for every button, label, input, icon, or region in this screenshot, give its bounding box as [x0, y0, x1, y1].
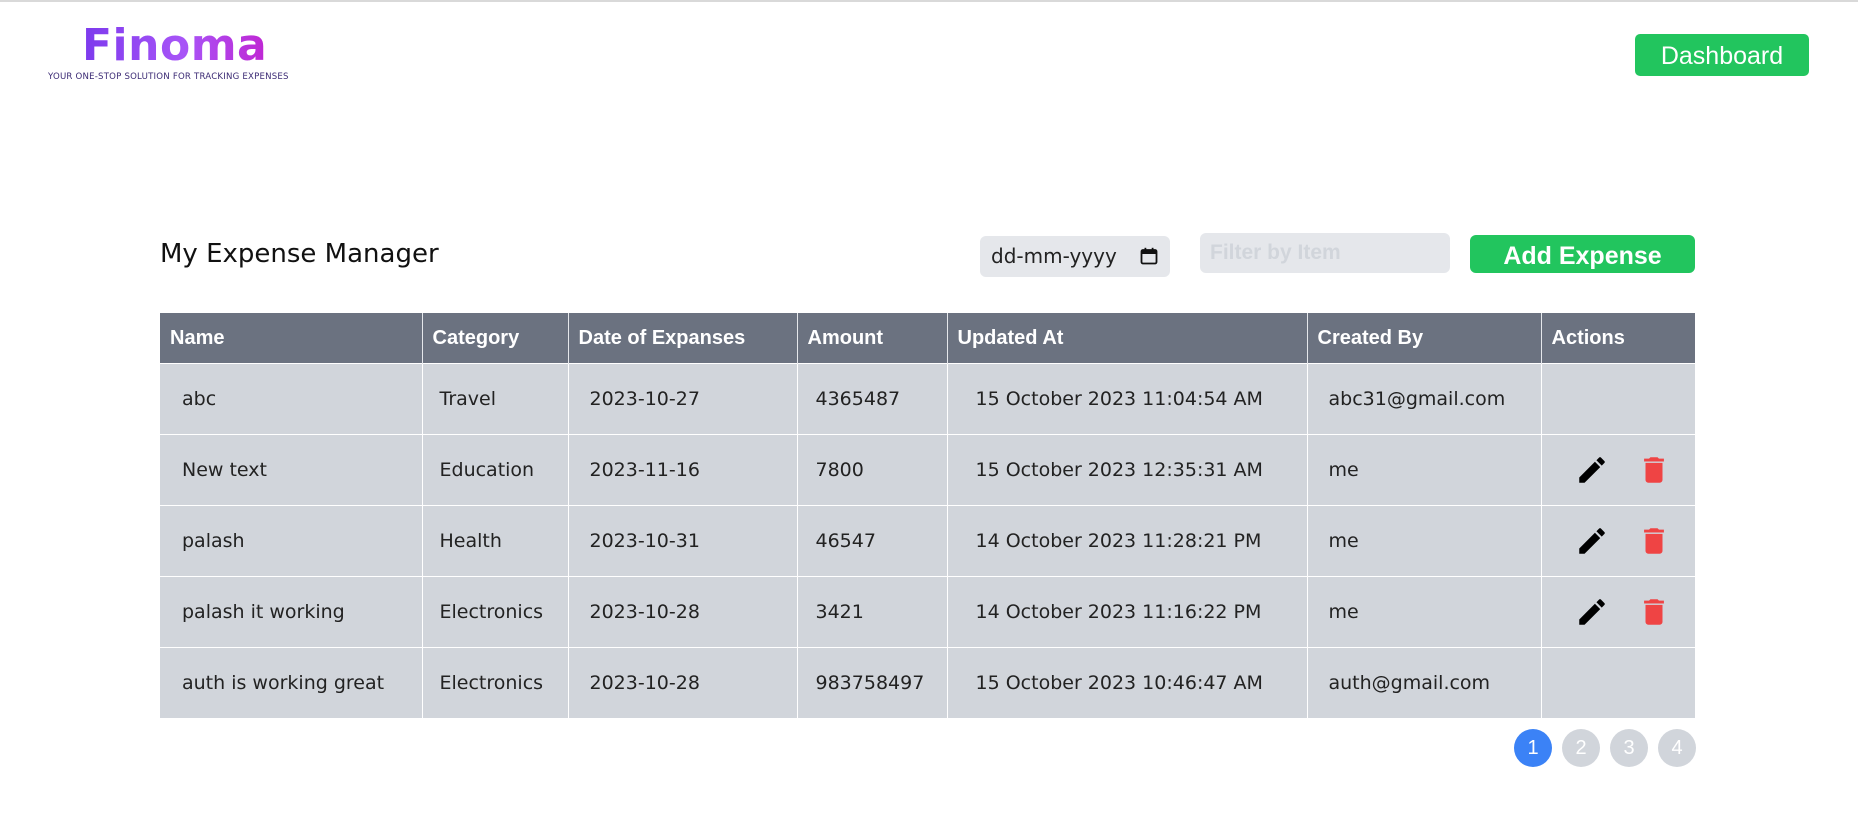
- logo-wordmark: Finoma: [82, 20, 268, 71]
- table-row: New text Education 2023-11-16 7800 15 Octobe…: [160, 434, 1696, 506]
- cell-actions: [1541, 647, 1695, 718]
- cell-date: 2023-11-16: [568, 434, 798, 506]
- cell-name: auth is working great: [160, 647, 423, 718]
- column-header-name: Name: [160, 313, 423, 364]
- cell-name: palash it working: [160, 576, 423, 648]
- pencil-icon[interactable]: [1575, 595, 1609, 629]
- cell-date: 2023-10-28: [568, 647, 798, 718]
- cell-date: 2023-10-27: [568, 363, 798, 435]
- cell-category: Electronics: [422, 647, 569, 718]
- pencil-icon[interactable]: [1575, 524, 1609, 558]
- cell-date: 2023-10-31: [568, 505, 798, 577]
- cell-name: abc: [160, 363, 423, 435]
- filter-by-item-input[interactable]: [1200, 233, 1450, 273]
- column-header-category: Category: [422, 313, 569, 364]
- date-filter-input[interactable]: dd-mm-yyyy: [980, 236, 1170, 277]
- cell-amount: 7800: [797, 434, 948, 506]
- cell-created-by: me: [1307, 576, 1542, 648]
- cell-created-by: me: [1307, 505, 1542, 577]
- date-placeholder: dd-mm-yyyy: [991, 244, 1117, 268]
- cell-category: Electronics: [422, 576, 569, 648]
- cell-category: Travel: [422, 363, 569, 435]
- logo-tagline: YOUR ONE-STOP SOLUTION FOR TRACKING EXPE…: [48, 72, 289, 82]
- add-expense-button[interactable]: Add Expense: [1470, 235, 1695, 273]
- page-button-4[interactable]: 4: [1658, 729, 1696, 767]
- column-header-amount: Amount: [797, 313, 948, 364]
- cell-created-by: me: [1307, 434, 1542, 506]
- cell-category: Education: [422, 434, 569, 506]
- table-row: auth is working great Electronics 2023-10-…: [160, 647, 1695, 718]
- cell-updated: 15 October 2023 10:46:47 AM: [947, 647, 1308, 718]
- page-button-2[interactable]: 2: [1562, 729, 1600, 767]
- page-button-3[interactable]: 3: [1610, 729, 1648, 767]
- dashboard-button[interactable]: Dashboard: [1635, 34, 1809, 76]
- pencil-icon[interactable]: [1575, 453, 1609, 487]
- column-header-created-by: Created By: [1307, 313, 1542, 364]
- trash-icon[interactable]: [1637, 595, 1671, 629]
- finoma-logo: Finoma YOUR ONE-STOP SOLUTION FOR TRACKI…: [48, 20, 298, 86]
- page-title: My Expense Manager: [160, 239, 439, 269]
- cell-actions: [1541, 576, 1696, 648]
- calendar-icon[interactable]: [1140, 247, 1158, 265]
- expenses-table: Name Category Date of Expanses Amount Update…: [160, 313, 1695, 718]
- cell-name: palash: [160, 505, 423, 577]
- cell-actions: [1541, 363, 1695, 435]
- cell-updated: 14 October 2023 11:28:21 PM: [947, 505, 1308, 577]
- trash-icon[interactable]: [1637, 453, 1671, 487]
- cell-actions: [1541, 505, 1696, 577]
- pagination: 1234: [1514, 729, 1696, 767]
- cell-created-by: auth@gmail.com: [1307, 647, 1542, 718]
- cell-updated: 15 October 2023 12:35:31 AM: [947, 434, 1308, 506]
- table-row: palash it working Electronics 2023-10-28 34…: [160, 576, 1696, 648]
- row-actions: [1542, 524, 1696, 558]
- cell-amount: 3421: [797, 576, 948, 648]
- column-header-date-of-expanses: Date of Expanses: [568, 313, 798, 364]
- table-row: abc Travel 2023-10-27 4365487 15 October 202…: [160, 363, 1695, 435]
- column-header-updated-at: Updated At: [947, 313, 1308, 364]
- cell-name: New text: [160, 434, 423, 506]
- cell-amount: 46547: [797, 505, 948, 577]
- column-header-actions: Actions: [1541, 313, 1695, 364]
- cell-created-by: abc31@gmail.com: [1307, 363, 1542, 435]
- row-actions: [1542, 453, 1696, 487]
- cell-amount: 983758497: [797, 647, 948, 718]
- cell-updated: 14 October 2023 11:16:22 PM: [947, 576, 1308, 648]
- page-button-1[interactable]: 1: [1514, 729, 1552, 767]
- cell-category: Health: [422, 505, 569, 577]
- row-actions: [1542, 595, 1696, 629]
- cell-amount: 4365487: [797, 363, 948, 435]
- table-header-row: Name Category Date of Expanses Amount Update…: [160, 313, 1695, 364]
- trash-icon[interactable]: [1637, 524, 1671, 558]
- cell-date: 2023-10-28: [568, 576, 798, 648]
- top-divider: [0, 0, 1858, 2]
- table-body: abc Travel 2023-10-27 4365487 15 October 202…: [160, 363, 1696, 718]
- cell-actions: [1541, 434, 1696, 506]
- cell-updated: 15 October 2023 11:04:54 AM: [947, 363, 1308, 435]
- table-row: palash Health 2023-10-31 46547 14 October 20…: [160, 505, 1696, 577]
